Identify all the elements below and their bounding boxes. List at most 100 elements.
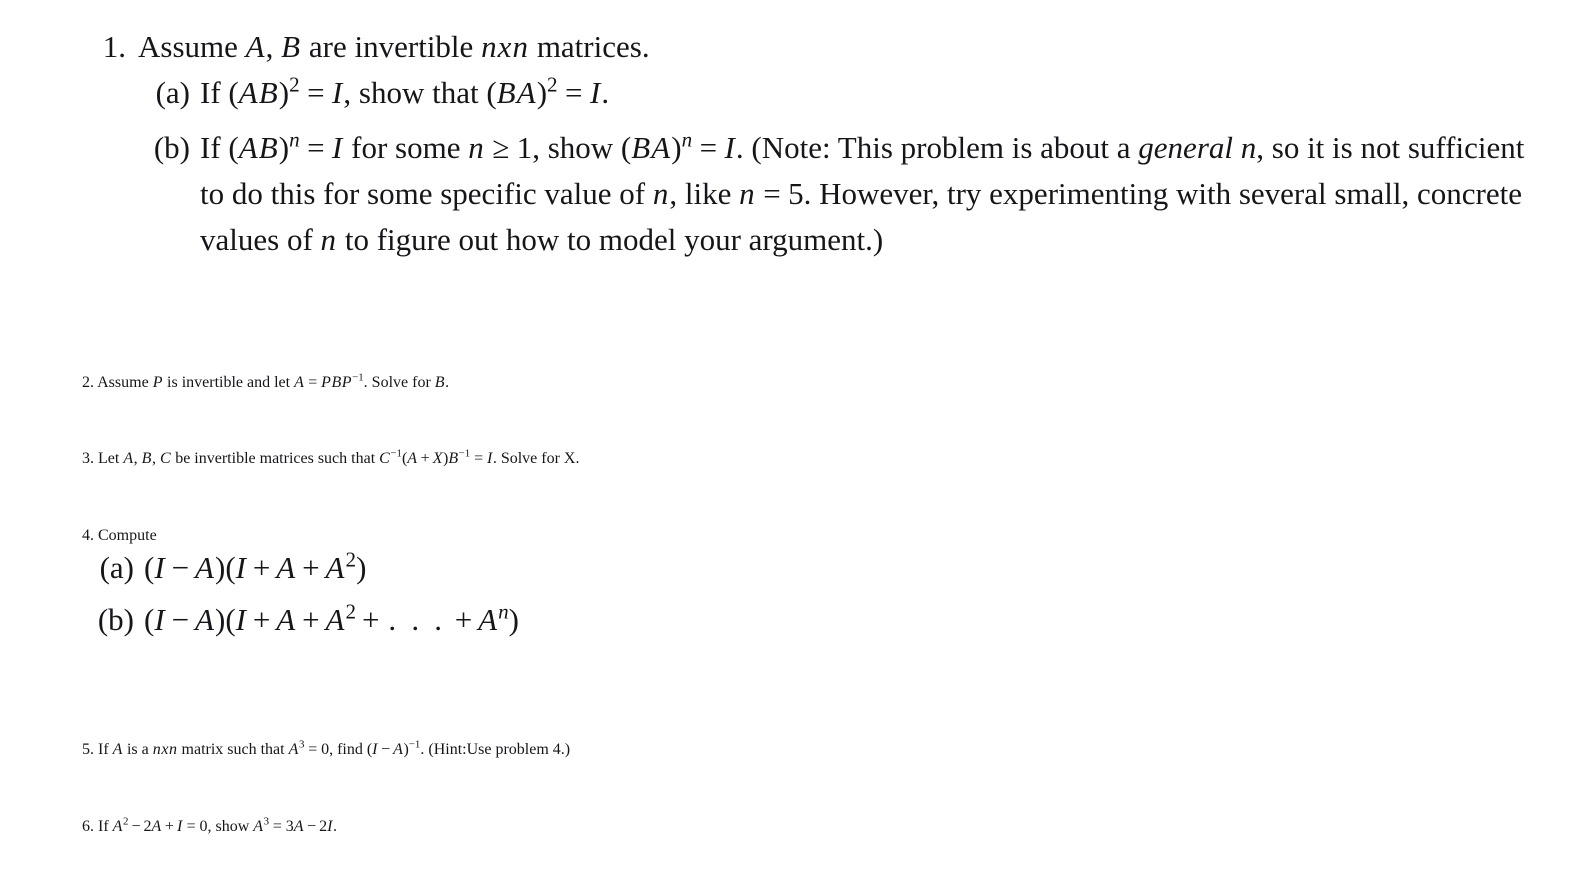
operator-plus: + — [164, 818, 174, 835]
problem-2-body: Assume P is invertible and let A = PBP−1. … — [97, 371, 450, 391]
text-fragment: is a — [122, 741, 153, 758]
problem-1b-body: If (AB)n = I for some n ≥1, show (BA)n = I. (… — [200, 128, 1524, 257]
paren-close: ) — [214, 550, 226, 585]
paren-open: ( — [144, 550, 155, 585]
problem-1-subitems: (a) If (AB)2 = I, show that (BA)2 = I. (b) I… — [138, 70, 1532, 262]
problem-3: 3. Let A, B, C be invertible matrices su… — [82, 447, 1532, 468]
exponent-negative-one: −1 — [408, 738, 421, 751]
math-var-A: A — [325, 550, 345, 585]
operator-minus: − — [131, 818, 141, 835]
math-var-A: A — [253, 818, 264, 835]
operator-plus: + — [302, 601, 320, 637]
relation-equals: = — [307, 74, 325, 110]
problem-1a-body: If (AB)2 = I, show that (BA)2 = I. — [200, 74, 609, 110]
text-fragment: matrix such that — [177, 741, 289, 758]
paren-open: ( — [225, 550, 236, 585]
operator-minus: − — [171, 601, 190, 637]
emphasized-general-n: general n — [1138, 130, 1257, 166]
coefficient-three: 3 — [285, 818, 294, 835]
text-fragment: be invertible matrices such that — [171, 450, 380, 467]
math-var-I: I — [154, 550, 165, 585]
operator-plus: + — [420, 450, 430, 467]
math-var-A: A — [393, 741, 403, 758]
problem-4b-body: (I − A)(I + A + A2 +. . . + An) — [144, 599, 519, 637]
math-var-B: B — [141, 450, 152, 467]
math-var-I: I — [332, 74, 343, 110]
math-var-B: B — [331, 374, 342, 391]
problem-4-number: 4. — [82, 527, 94, 544]
number-five: 5 — [788, 176, 804, 211]
text-fragment: is invertible and let — [163, 374, 295, 391]
text-fragment: , show — [532, 130, 621, 166]
math-var-I: I — [176, 818, 183, 835]
operator-plus: + — [454, 601, 473, 637]
problem-4a: (a) (I − A)(I + A + A2) — [82, 545, 1532, 591]
math-var-A: A — [651, 130, 671, 166]
problem-4-subitems: (a) (I − A)(I + A + A2) (b) (I − A)(I + A + A2 +. . .… — [82, 545, 1532, 642]
problem-5-body: If A is a nxn matrix such that A3 = 0, fin… — [98, 738, 570, 758]
math-var-A: A — [238, 74, 258, 110]
math-var-C: C — [159, 450, 171, 467]
coefficient-two: 2 — [319, 818, 328, 835]
math-var-A: A — [293, 818, 304, 835]
relation-geq: ≥ — [492, 130, 510, 166]
paren-open: ( — [228, 74, 239, 110]
math-var-n: n — [512, 29, 528, 64]
math-var-A: A — [478, 601, 498, 637]
math-var-P: P — [341, 374, 352, 391]
problem-3-body: Let A, B, C be invertible matrices such … — [98, 447, 579, 467]
math-var-x: x — [497, 29, 512, 64]
math-var-I: I — [235, 601, 246, 637]
relation-equals: = — [474, 450, 484, 467]
problem-1b-label: (b) — [153, 130, 190, 166]
math-var-A: A — [288, 741, 299, 758]
text-fragment: If — [200, 74, 229, 110]
operator-plus: + — [252, 550, 271, 585]
math-var-A: A — [194, 550, 214, 585]
problem-item-3: 3. Let A, B, C be invertible matrices su… — [82, 447, 1532, 468]
text-fragment: matrices. — [529, 29, 650, 64]
exponent-n: n — [681, 128, 693, 153]
number-zero: 0 — [321, 741, 330, 758]
problem-item-2: 2. Assume P is invertible and let A = PBP−… — [82, 371, 1532, 392]
exponent-negative-one: −1 — [390, 447, 402, 460]
relation-equals: = — [763, 176, 781, 211]
problem-1-number: 1. — [102, 29, 126, 64]
math-var-n: n — [652, 176, 669, 211]
problem-4b-label: (b) — [97, 601, 134, 637]
problem-1b: (b) If (AB)n = I for some n ≥1, show (BA)n =… — [138, 125, 1532, 262]
number-one: 1 — [516, 130, 533, 166]
operator-plus: + — [302, 550, 320, 585]
math-var-A: A — [245, 29, 265, 64]
math-var-B: B — [496, 74, 516, 110]
relation-equals: = — [565, 74, 583, 110]
math-var-A: A — [112, 741, 123, 758]
exponent: 2 — [345, 547, 357, 572]
math-var-A: A — [407, 450, 418, 467]
relation-equals: = — [186, 818, 196, 835]
math-var-n: n — [739, 176, 755, 211]
relation-equals: = — [272, 818, 282, 835]
math-var-A: A — [276, 550, 296, 585]
operator-minus: − — [171, 550, 190, 585]
problem-4a-body: (I − A)(I + A + A2) — [144, 547, 366, 585]
relation-equals: = — [307, 130, 325, 166]
math-var-B: B — [631, 130, 651, 166]
math-var-A: A — [516, 74, 536, 110]
problem-3-number: 3. — [82, 450, 94, 467]
problem-1: 1. Assume A, B are invertible nxn matric… — [82, 24, 1532, 262]
text-fragment: , show — [207, 818, 254, 835]
exponent-negative-one: −1 — [352, 371, 364, 384]
math-var-X: X — [432, 450, 443, 467]
math-var-C: C — [379, 450, 390, 467]
operator-minus: − — [381, 741, 391, 758]
math-var-A: A — [238, 130, 258, 166]
period: . — [445, 374, 450, 391]
math-var-n: n — [320, 221, 337, 257]
math-var-A: A — [112, 818, 123, 835]
exponent-n: n — [498, 599, 509, 624]
paren-open: ( — [228, 130, 239, 166]
text-fragment: Assume — [138, 29, 246, 64]
ellipsis: . . . — [388, 601, 446, 637]
paren-close: ) — [671, 130, 682, 166]
